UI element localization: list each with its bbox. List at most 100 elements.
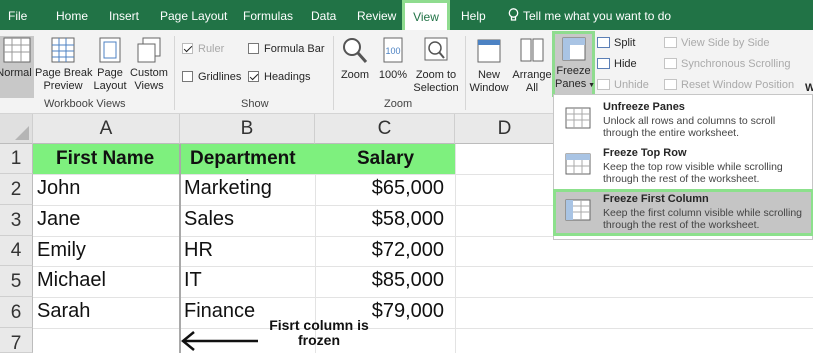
tab-file[interactable]: File	[8, 0, 27, 30]
new-window-icon	[477, 39, 501, 63]
tab-review[interactable]: Review	[357, 0, 396, 30]
table-cell[interactable]: $65,000	[320, 177, 444, 200]
tell-me-text: Tell me what you want to do	[523, 9, 672, 23]
table-cell[interactable]: Sales	[184, 208, 234, 231]
menu-item-unfreeze-panes[interactable]: Unfreeze Panes Unlock all rows and colum…	[554, 97, 812, 143]
workbook-views-group-label: Workbook Views	[44, 98, 126, 110]
svg-text:100: 100	[385, 46, 400, 56]
arrange-all-button[interactable]: Arrange All	[512, 36, 552, 95]
unhide-icon	[597, 79, 610, 90]
header-cell-department[interactable]: Department	[190, 144, 296, 174]
zoom-group-label: Zoom	[384, 98, 413, 110]
ruler-checkbox[interactable]: Ruler	[182, 43, 224, 55]
row-header[interactable]: 7	[0, 328, 33, 354]
reset-window-position-button[interactable]: Reset Window Position	[664, 79, 794, 91]
select-all-triangle-icon	[15, 126, 29, 140]
gridline	[33, 297, 813, 298]
zoom-to-selection-button[interactable]: Zoom to Selection	[412, 36, 460, 95]
formula-bar-checkbox[interactable]: Formula Bar	[248, 43, 325, 55]
tell-me-search[interactable]: Tell me what you want to do	[508, 0, 671, 30]
menu-item-title: Unfreeze Panes	[603, 101, 685, 113]
table-cell[interactable]: $85,000	[320, 269, 444, 292]
magnifier-icon	[343, 38, 368, 63]
header-cell-salary[interactable]: Salary	[357, 144, 414, 174]
normal-view-icon	[3, 37, 31, 63]
freeze-panes-button[interactable]: Freeze Panes ▼	[552, 31, 595, 97]
page-break-preview-button[interactable]: Page Break Preview	[35, 36, 92, 93]
checkbox-box	[248, 71, 259, 82]
checkbox-box	[248, 43, 259, 54]
synchronous-scrolling-button[interactable]: Synchronous Scrolling	[664, 58, 790, 70]
menu-item-freeze-top-row[interactable]: Freeze Top Row Keep the top row visible …	[554, 143, 812, 189]
menu-item-description: Keep the top row visible while scrolling…	[603, 161, 783, 185]
freeze-panes-icon	[562, 37, 585, 61]
split-button[interactable]: Split	[597, 37, 635, 49]
table-cell[interactable]: Emily	[37, 239, 86, 262]
menu-item-title: Freeze First Column	[603, 193, 709, 205]
unfreeze-panes-icon	[565, 107, 591, 129]
split-icon	[597, 37, 610, 48]
header-cell-first-name[interactable]: First Name	[56, 144, 154, 174]
side-by-side-icon	[664, 37, 677, 48]
zoom-button[interactable]: Zoom	[337, 36, 373, 82]
sync-scroll-icon	[664, 58, 677, 69]
zoom-100-button[interactable]: 100 100%	[377, 36, 409, 82]
lightbulb-icon	[508, 8, 519, 21]
tab-formulas[interactable]: Formulas	[243, 0, 293, 30]
unhide-button[interactable]: Unhide	[597, 79, 649, 91]
menu-item-description: Unlock all rows and columns to scroll th…	[603, 115, 776, 139]
table-cell[interactable]: Jane	[37, 208, 80, 231]
hide-icon	[597, 58, 610, 69]
frozen-column-annotation: Fisrt column is frozen	[269, 317, 369, 348]
dropdown-arrow-icon: ▼	[586, 82, 596, 89]
gridline	[455, 144, 456, 353]
table-cell[interactable]: John	[37, 177, 80, 200]
row-header[interactable]: 5	[0, 266, 33, 297]
normal-view-button[interactable]: Normal	[0, 36, 34, 98]
tab-view[interactable]: View	[402, 0, 450, 30]
page-layout-button[interactable]: Page Layout	[91, 36, 129, 93]
headings-checkbox[interactable]: Headings	[248, 71, 310, 83]
ribbon-tab-bar: File Home Insert Page Layout Formulas Da…	[0, 0, 813, 30]
view-side-by-side-button[interactable]: View Side by Side	[664, 37, 769, 49]
tab-page-layout[interactable]: Page Layout	[160, 0, 227, 30]
column-header-a[interactable]: A	[33, 114, 180, 144]
page-layout-icon	[99, 37, 121, 63]
row-header[interactable]: 3	[0, 205, 33, 236]
table-cell[interactable]: Finance	[184, 300, 255, 323]
column-header-d[interactable]: D	[455, 114, 555, 144]
tab-insert[interactable]: Insert	[109, 0, 139, 30]
table-cell[interactable]: Michael	[37, 269, 106, 292]
tab-data[interactable]: Data	[311, 0, 336, 30]
custom-views-button[interactable]: Custom Views	[129, 36, 169, 93]
switch-windows-label: W	[805, 82, 813, 94]
row-header[interactable]: 6	[0, 297, 33, 328]
table-cell[interactable]: IT	[184, 269, 202, 292]
tab-home[interactable]: Home	[56, 0, 88, 30]
table-cell[interactable]: Sarah	[37, 300, 90, 323]
show-group-label: Show	[241, 98, 269, 110]
row-header[interactable]: 4	[0, 236, 33, 266]
zoom-selection-icon	[424, 37, 448, 61]
table-cell[interactable]: $58,000	[320, 208, 444, 231]
zoom-100-icon: 100	[383, 37, 403, 63]
gridlines-checkbox[interactable]: Gridlines	[182, 71, 241, 83]
menu-item-freeze-first-column[interactable]: Freeze First Column Keep the first colum…	[553, 189, 813, 236]
custom-views-icon	[137, 37, 161, 63]
checkbox-box	[182, 43, 193, 54]
row-header[interactable]: 1	[0, 144, 33, 174]
gridline	[33, 266, 813, 267]
table-cell[interactable]: Marketing	[184, 177, 272, 200]
page-break-icon	[51, 37, 75, 63]
tab-help[interactable]: Help	[461, 0, 486, 30]
column-header-c[interactable]: C	[315, 114, 455, 144]
new-window-button[interactable]: New Window	[468, 36, 510, 95]
column-header-b[interactable]: B	[180, 114, 315, 144]
table-cell[interactable]: HR	[184, 239, 213, 262]
ribbon-separator	[333, 36, 334, 110]
select-all-corner[interactable]	[0, 114, 33, 144]
row-header[interactable]: 2	[0, 174, 33, 205]
freeze-panes-menu: Unfreeze Panes Unlock all rows and colum…	[553, 94, 813, 240]
hide-button[interactable]: Hide	[597, 58, 637, 70]
table-cell[interactable]: $72,000	[320, 239, 444, 262]
